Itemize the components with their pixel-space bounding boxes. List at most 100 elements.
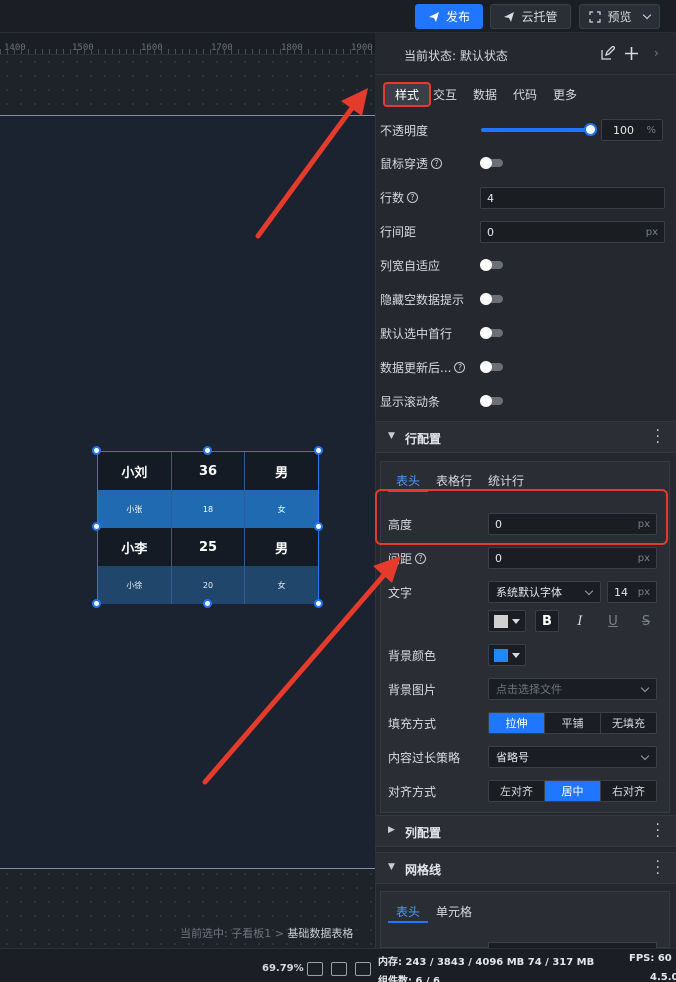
color-swatch — [494, 615, 508, 628]
chevron-down-icon — [584, 586, 594, 596]
grid-lines-input-partial[interactable] — [488, 942, 657, 948]
col-config-header[interactable]: ▶ 列配置 · · · — [375, 815, 676, 847]
table-widget[interactable]: 小刘 36 男 小张 18 女 小李 25 男 小徐 20 女 — [97, 451, 319, 604]
italic-button[interactable]: I — [568, 610, 592, 632]
col-auto-toggle[interactable] — [480, 259, 503, 271]
bg-image-select[interactable]: 点击选择文件 — [488, 678, 657, 700]
color-swatch — [494, 649, 508, 662]
caret-down-icon — [512, 653, 520, 658]
caret-down-icon — [512, 619, 520, 624]
resize-handle[interactable] — [92, 522, 101, 531]
fill-mode-segmented[interactable]: 拉伸 平铺 无填充 — [488, 712, 657, 734]
resize-handle[interactable] — [203, 446, 212, 455]
tab-style[interactable]: 样式 — [383, 82, 431, 107]
section-title: 行配置 — [405, 432, 442, 446]
fill-stretch-option[interactable]: 拉伸 — [489, 713, 545, 733]
tab-data[interactable]: 数据 — [473, 86, 497, 103]
publish-button[interactable]: 发布 — [415, 4, 483, 29]
spacing-input[interactable]: 0 px — [488, 547, 657, 569]
font-size-input[interactable]: 14 px — [607, 581, 657, 603]
resize-handle[interactable] — [314, 522, 323, 531]
resize-handle[interactable] — [314, 599, 323, 608]
show-scroll-label: 显示滚动条 — [380, 395, 441, 409]
top-toolbar — [0, 0, 676, 33]
more-icon[interactable]: · · · — [656, 818, 660, 844]
zoom-level[interactable]: 69.79% — [262, 963, 304, 974]
resize-handle[interactable] — [314, 446, 323, 455]
chevron-right-icon[interactable]: › — [654, 46, 659, 60]
opacity-slider-handle[interactable] — [584, 123, 597, 136]
row-count-input[interactable]: 4 — [480, 187, 665, 209]
opacity-unit: % — [646, 124, 656, 136]
bg-color-picker[interactable] — [488, 644, 526, 666]
tab-more[interactable]: 更多 — [553, 86, 577, 103]
align-right-option[interactable]: 右对齐 — [601, 781, 656, 801]
edit-icon[interactable] — [600, 46, 615, 61]
opacity-input[interactable]: 100 % — [601, 119, 663, 141]
align-left-option[interactable]: 左对齐 — [489, 781, 545, 801]
table-row[interactable]: 小刘 36 男 — [98, 452, 318, 490]
mouse-through-label: 鼠标穿透? — [380, 155, 443, 172]
align-segmented[interactable]: 左对齐 居中 右对齐 — [488, 780, 657, 802]
subtab-grid-header[interactable]: 表头 — [396, 903, 420, 920]
table-row[interactable]: 小张 18 女 — [98, 490, 318, 528]
subtab-summary-row[interactable]: 统计行 — [488, 472, 524, 489]
row-gap-unit: px — [645, 226, 658, 238]
bg-image-placeholder: 点击选择文件 — [496, 683, 562, 696]
fullscreen-icon — [589, 10, 602, 23]
grid-lines-header[interactable]: ▼ 网格线 · · · — [375, 852, 676, 884]
text-label: 文字 — [388, 586, 413, 600]
subtab-grid-cell[interactable]: 单元格 — [436, 903, 472, 920]
preview-label: 预览 — [607, 10, 632, 24]
font-size-unit: px — [637, 586, 650, 598]
keyboard-icon[interactable] — [331, 962, 347, 976]
help-icon: ? — [431, 158, 443, 169]
fill-tile-option[interactable]: 平铺 — [545, 713, 601, 733]
table-cell: 36 — [172, 452, 246, 490]
resize-handle[interactable] — [92, 446, 101, 455]
terminal-icon[interactable] — [355, 962, 371, 976]
more-icon[interactable]: · · · — [656, 855, 660, 881]
text-color-picker[interactable] — [488, 610, 526, 632]
tab-code[interactable]: 代码 — [513, 86, 537, 103]
subtab-table-row[interactable]: 表格行 — [436, 472, 472, 489]
table-cell: 18 — [172, 490, 246, 528]
row-gap-input[interactable]: 0 px — [480, 221, 665, 243]
plus-icon[interactable] — [624, 46, 639, 61]
table-cell: 女 — [277, 504, 286, 514]
resize-handle[interactable] — [203, 599, 212, 608]
row-config-header[interactable]: ▼ 行配置 · · · — [375, 421, 676, 453]
send-icon — [504, 11, 515, 22]
breadcrumb-current[interactable]: 基础数据表格 — [287, 927, 353, 940]
strikethrough-button[interactable]: S — [634, 610, 658, 632]
more-icon[interactable]: · · · — [656, 424, 660, 450]
show-scroll-toggle[interactable] — [480, 395, 503, 407]
tab-interaction[interactable]: 交互 — [433, 86, 457, 103]
row-count-value: 4 — [487, 191, 494, 205]
resize-handle[interactable] — [92, 599, 101, 608]
cloud-label: 云托管 — [521, 10, 558, 24]
overflow-select[interactable]: 省略号 — [488, 746, 657, 768]
font-family-select[interactable]: 系统默认字体 — [488, 581, 601, 603]
section-title: 列配置 — [405, 826, 442, 840]
default-first-toggle[interactable] — [480, 327, 503, 339]
opacity-slider[interactable] — [481, 128, 591, 132]
underline-button[interactable]: U — [601, 610, 625, 632]
font-size-value: 14 — [614, 585, 628, 599]
align-center-option[interactable]: 居中 — [545, 781, 601, 801]
subtab-header[interactable]: 表头 — [396, 472, 420, 489]
cloud-hosting-button[interactable]: 云托管 — [490, 4, 571, 29]
opacity-label: 不透明度 — [380, 124, 429, 138]
fill-none-option[interactable]: 无填充 — [601, 713, 656, 733]
hide-empty-toggle[interactable] — [480, 293, 503, 305]
breadcrumb-prefix: 当前选中: 子看板1 > — [180, 927, 284, 940]
caret-right-icon: ▶ — [388, 825, 395, 835]
row-count-label: 行数? — [380, 189, 419, 206]
bold-button[interactable]: B — [535, 610, 559, 632]
mouse-through-toggle[interactable] — [480, 157, 503, 169]
fit-screen-icon[interactable] — [307, 962, 323, 976]
help-icon: ? — [407, 192, 419, 203]
data-update-toggle[interactable] — [480, 361, 503, 373]
table-row[interactable]: 小李 25 男 — [98, 528, 318, 566]
preview-button[interactable]: 预览 — [579, 4, 660, 29]
